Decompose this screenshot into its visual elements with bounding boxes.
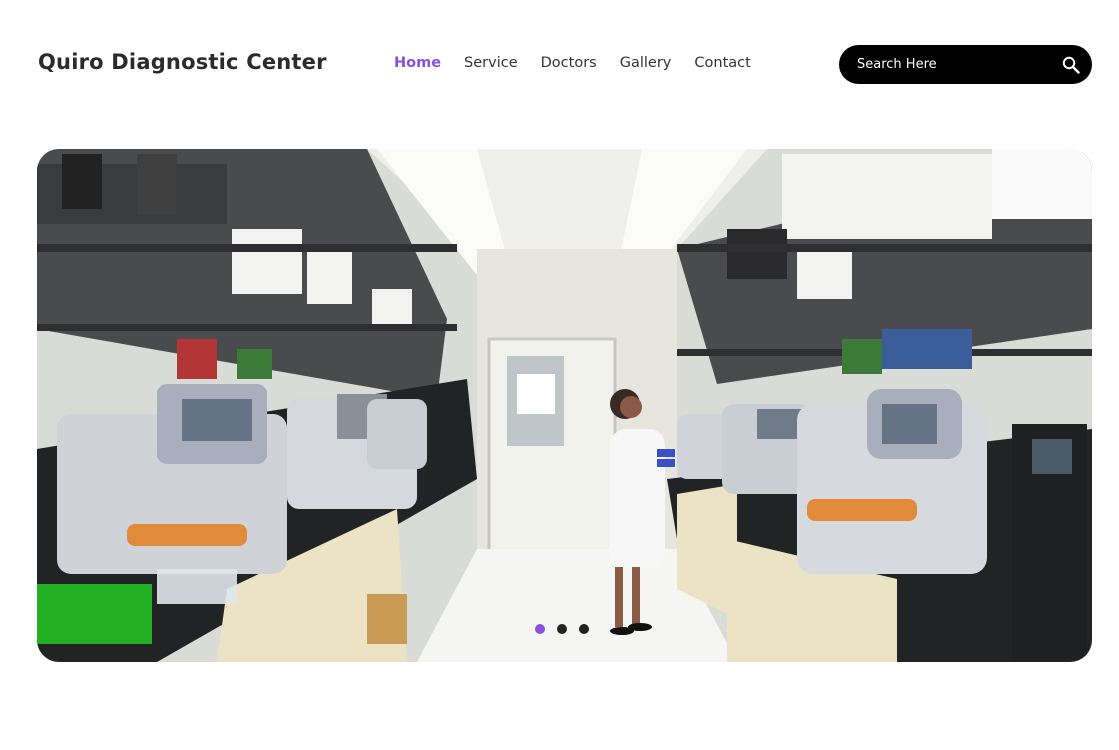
slider-dot-1[interactable]	[535, 624, 545, 634]
hero-slider	[37, 149, 1092, 662]
main-nav: Home Service Doctors Gallery Contact	[394, 55, 751, 71]
nav-item-doctors[interactable]: Doctors	[541, 55, 597, 71]
nav-item-home[interactable]: Home	[394, 55, 441, 71]
search-bar	[839, 45, 1092, 84]
slider-dots	[535, 624, 589, 634]
slider-dot-3[interactable]	[579, 624, 589, 634]
search-input[interactable]	[855, 56, 1060, 73]
laboratory-photo	[37, 149, 1092, 662]
nav-item-service[interactable]: Service	[464, 55, 518, 71]
brand-logo-text[interactable]: Quiro Diagnostic Center	[38, 50, 327, 74]
search-icon[interactable]	[1060, 54, 1082, 76]
slider-dot-2[interactable]	[557, 624, 567, 634]
nav-item-contact[interactable]: Contact	[694, 55, 750, 71]
page: Quiro Diagnostic Center Home Service Doc…	[0, 0, 1119, 750]
nav-item-gallery[interactable]: Gallery	[620, 55, 672, 71]
